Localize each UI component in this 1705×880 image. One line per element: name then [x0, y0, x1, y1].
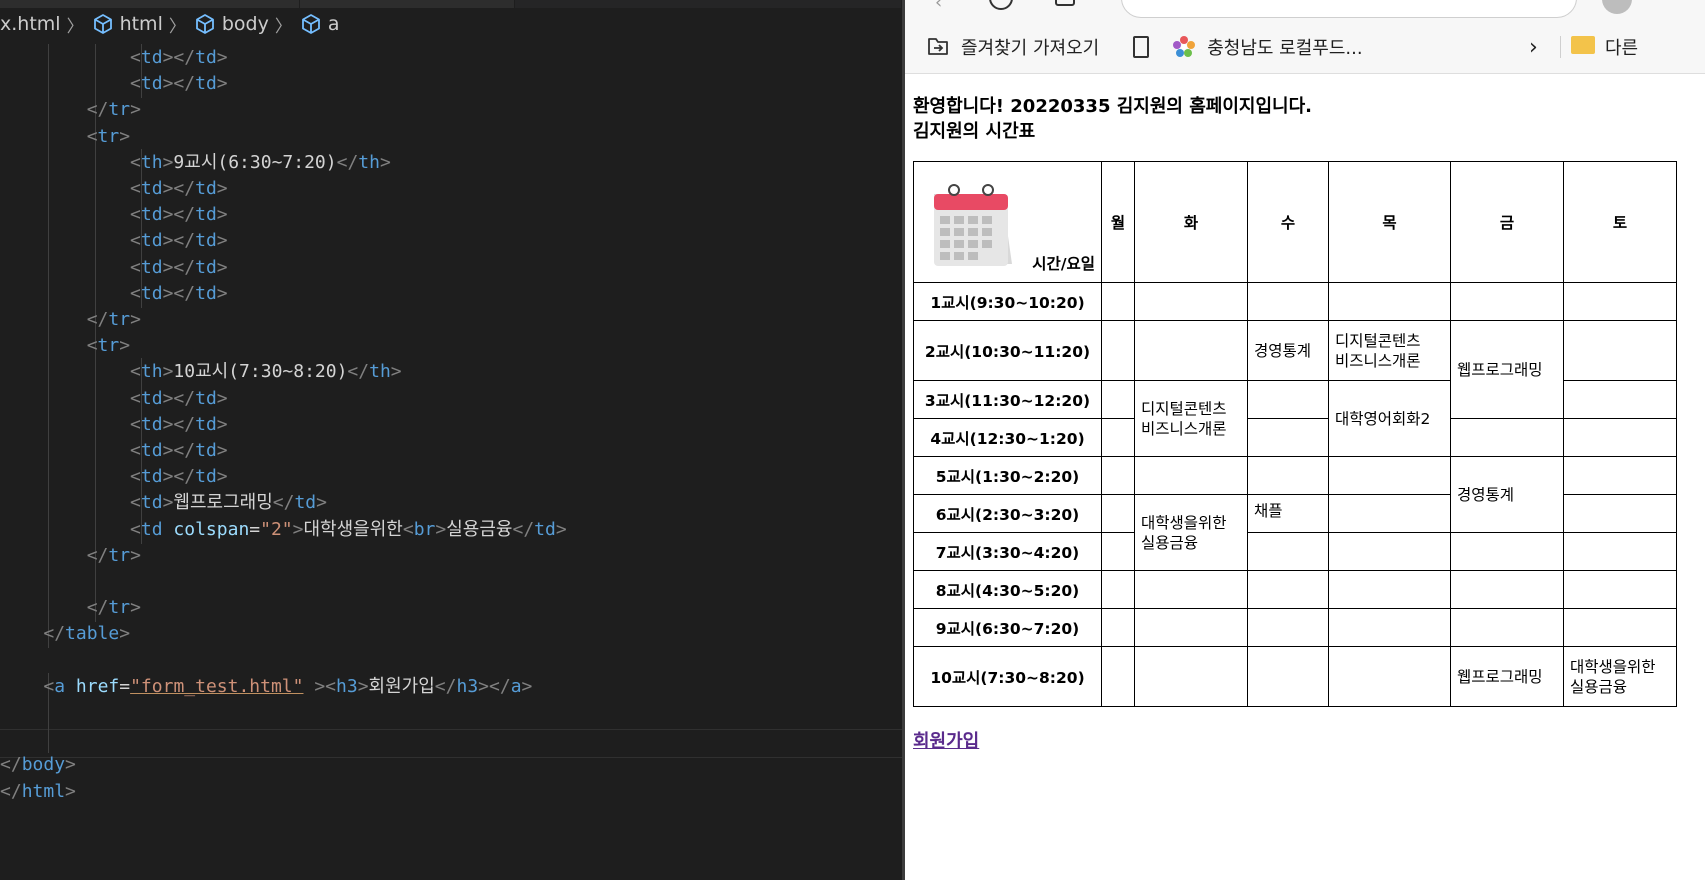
divider — [1560, 36, 1561, 58]
course-cell: 대학생을위한 실용금융 — [1134, 494, 1248, 571]
period-header: 3교시(11:30~12:20) — [913, 380, 1102, 419]
code-line[interactable]: <td></td> — [0, 253, 902, 282]
day-header: 토 — [1563, 161, 1677, 283]
code-line[interactable]: </tr> — [0, 594, 902, 623]
code-line[interactable]: <th>9교시(6:30~7:20)</th> — [0, 148, 902, 177]
code-line[interactable] — [0, 568, 902, 596]
page-icon — [1133, 36, 1150, 58]
code-line[interactable]: <tr> — [0, 122, 902, 151]
code-line[interactable]: </html> — [0, 778, 902, 806]
corner-label: 시간/요일 — [1032, 255, 1095, 273]
code-editor[interactable]: x.html 〉 html 〉 body 〉 a <td></td> <td><… — [0, 0, 902, 880]
refresh-icon[interactable] — [989, 0, 1013, 10]
profile-avatar[interactable] — [1602, 0, 1632, 14]
welcome-heading: 환영합니다! 20220335 김지원의 홈페이지입니다. — [913, 96, 1313, 117]
code-line[interactable]: <td></td> — [0, 463, 902, 492]
code-line[interactable]: <td></td> — [0, 201, 902, 230]
code-line[interactable]: <td></td> — [0, 175, 902, 203]
element-cube-icon — [300, 13, 322, 35]
timetable-title: 김지원의 시간표 — [913, 121, 1036, 142]
chevron-right-icon: 〉 — [274, 16, 292, 37]
code-line[interactable]: </tr> — [0, 541, 902, 570]
course-cell: 채플 — [1247, 494, 1329, 533]
period-header: 8교시(4:30~5:20) — [913, 570, 1102, 609]
code-line[interactable]: <td></td> — [0, 437, 902, 465]
course-cell: 경영통계 — [1450, 456, 1564, 533]
favorites-bar: 즐겨찾기 가져오기 충청남도 로컬푸드... › 다른 — [905, 30, 1705, 64]
day-header: 목 — [1328, 161, 1451, 283]
signup-link[interactable]: 회원가입 — [913, 727, 979, 753]
code-line[interactable]: </tr> — [0, 306, 902, 334]
period-header: 7교시(3:30~4:20) — [913, 532, 1102, 571]
code-line[interactable]: <td></td> — [0, 44, 902, 72]
day-header: 월 — [1101, 161, 1135, 283]
editor-tab-strip — [0, 0, 902, 8]
course-cell: 웹프로그래밍 — [1450, 646, 1564, 707]
day-header: 수 — [1247, 161, 1329, 283]
flower-logo-icon — [1171, 34, 1197, 60]
import-favorites-icon — [925, 36, 951, 58]
code-line[interactable]: <td></td> — [0, 70, 902, 99]
favorite-other[interactable]: 다른 — [1605, 34, 1638, 60]
period-header: 6교시(2:30~3:20) — [913, 494, 1102, 533]
timetable: 시간/요일 월 화 수 목 금 토 1교시(9:30~10:20) 2교시(10… — [913, 161, 1677, 707]
browser-toolbar: ‹ 즐겨찾기 가져오기 충청남도 로컬푸드... › 다른 — [905, 0, 1705, 74]
code-line[interactable]: <td></td> — [0, 384, 902, 413]
chevron-right-icon: 〉 — [66, 16, 84, 37]
element-cube-icon — [194, 13, 216, 35]
folder-icon — [1571, 36, 1595, 54]
breadcrumb-file[interactable]: x.html — [0, 13, 61, 35]
browser-window: ‹ 즐겨찾기 가져오기 충청남도 로컬푸드... › 다른 환영합니다! 202… — [902, 0, 1705, 880]
favorite-import[interactable]: 즐겨찾기 가져오기 — [961, 34, 1099, 60]
code-line[interactable]: <td></td> — [0, 279, 902, 308]
code-line[interactable]: <a href="form_test.html" ><h3>회원가입</h3><… — [0, 672, 902, 701]
code-line[interactable]: <th>10교시(7:30~8:20)</th> — [0, 358, 902, 387]
collections-icon[interactable] — [1055, 0, 1075, 6]
breadcrumb-a[interactable]: a — [298, 13, 340, 35]
breadcrumb: x.html 〉 html 〉 body 〉 a — [0, 8, 902, 40]
code-line[interactable]: <td>웹프로그래밍</td> — [0, 489, 902, 518]
chevron-right-icon[interactable]: › — [1529, 35, 1538, 60]
course-cell: 대학영어회화2 — [1328, 380, 1451, 457]
code-line[interactable] — [0, 699, 902, 727]
code-line[interactable]: <tr> — [0, 332, 902, 361]
calendar-icon — [930, 182, 1016, 266]
address-bar[interactable] — [1121, 0, 1577, 18]
course-cell: 디지털콘텐츠 비즈니스개론 — [1134, 380, 1248, 457]
page-content: 환영합니다! 20220335 김지원의 홈페이지입니다. 김지원의 시간표 시… — [913, 94, 1703, 753]
code-line[interactable]: <td></td> — [0, 410, 902, 439]
course-cell: 디지털콘텐츠 비즈니스개론 — [1328, 320, 1451, 381]
day-header: 화 — [1134, 161, 1248, 283]
course-cell: 웹프로그래밍 — [1450, 320, 1564, 419]
chevron-right-icon: 〉 — [168, 16, 186, 37]
course-cell: 경영통계 — [1247, 320, 1329, 381]
period-header: 9교시(6:30~7:20) — [913, 608, 1102, 647]
code-line[interactable] — [0, 725, 902, 754]
breadcrumb-body[interactable]: body — [192, 13, 269, 35]
element-cube-icon — [92, 13, 114, 35]
code-line[interactable]: <td colspan="2">대학생을위한<br>실용금융</td> — [0, 515, 902, 544]
period-header: 4교시(12:30~1:20) — [913, 418, 1102, 457]
period-header: 5교시(1:30~2:20) — [913, 456, 1102, 495]
period-header: 10교시(7:30~8:20) — [913, 646, 1102, 707]
code-line[interactable]: </table> — [0, 620, 902, 649]
code-line[interactable]: </body> — [0, 751, 902, 779]
back-icon[interactable]: ‹ — [935, 0, 942, 13]
breadcrumb-html[interactable]: html — [90, 13, 163, 35]
code-line[interactable]: <td></td> — [0, 227, 902, 256]
day-header: 금 — [1450, 161, 1564, 283]
code-line[interactable] — [0, 647, 902, 675]
corner-cell: 시간/요일 — [913, 161, 1102, 283]
code-line[interactable]: </tr> — [0, 96, 902, 125]
favorite-local-food[interactable]: 충청남도 로컬푸드... — [1207, 34, 1362, 60]
period-header: 1교시(9:30~10:20) — [913, 282, 1102, 321]
period-header: 2교시(10:30~11:20) — [913, 320, 1102, 381]
course-cell: 대학생을위한 실용금융 — [1563, 646, 1677, 707]
